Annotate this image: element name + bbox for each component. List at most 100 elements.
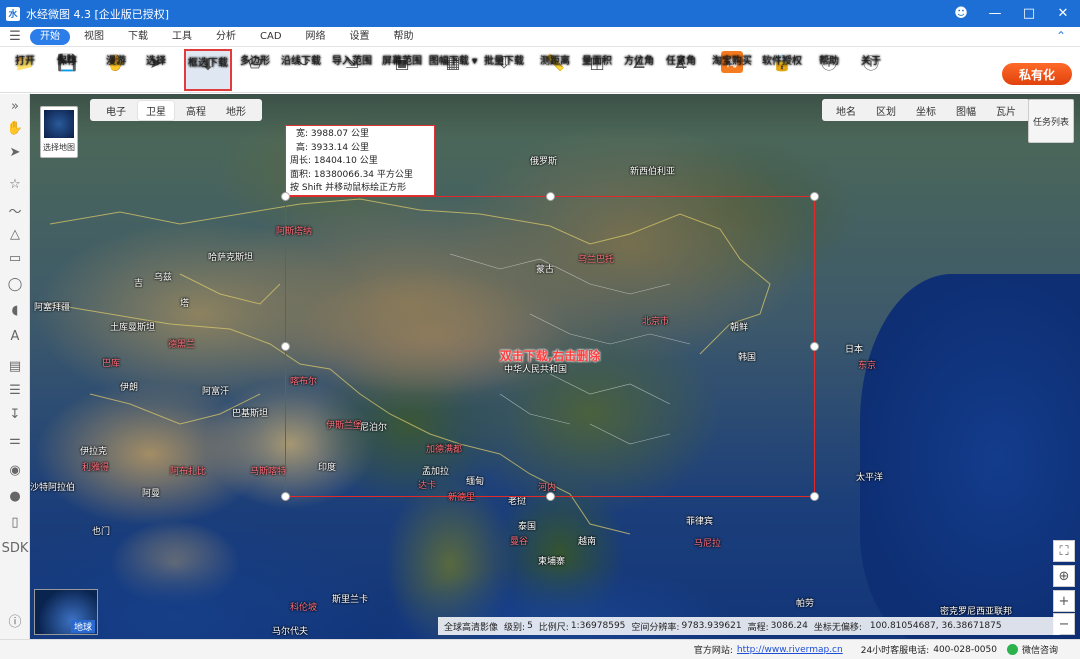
- open-button[interactable]: 📁 打开: [8, 49, 42, 91]
- circle-icon[interactable]: ◯: [5, 274, 25, 294]
- label-uzbekistan: 乌兹: [154, 273, 173, 283]
- map-view[interactable]: 选择地图 电子 卫星 高程 地形 地名 区划 坐标 图幅 瓦片 任务列表 俄罗斯…: [30, 94, 1080, 639]
- menu-help[interactable]: 帮助: [384, 29, 424, 45]
- toggle-sheets[interactable]: 图幅: [946, 103, 986, 118]
- resize-handle-se[interactable]: [810, 492, 819, 501]
- menu-settings[interactable]: 设置: [340, 29, 380, 45]
- polygon-icon[interactable]: △: [5, 224, 25, 244]
- measure-distance-button[interactable]: 📏 测距离: [538, 49, 572, 91]
- user-icon[interactable]: ☻: [944, 0, 978, 27]
- export-icon[interactable]: ↧: [5, 404, 25, 424]
- label-japan: 日本: [845, 345, 864, 355]
- selection-shift-hint: 按 Shift 并移动鼠标绘正方形: [290, 183, 407, 193]
- stack-icon[interactable]: ⚌: [5, 430, 25, 450]
- map-source-selector[interactable]: 选择地图: [40, 106, 78, 158]
- minimize-button[interactable]: —: [978, 0, 1012, 27]
- tab-elevation[interactable]: 高程: [178, 101, 214, 120]
- tab-vector[interactable]: 电子: [98, 101, 134, 120]
- menu-download[interactable]: 下载: [118, 29, 158, 45]
- collapse-ribbon-icon[interactable]: ⌃: [1056, 29, 1066, 43]
- roam-button[interactable]: ✋ 漫游: [100, 49, 132, 91]
- elevation-value: 3086.24: [770, 621, 808, 631]
- label-oman: 阿曼: [142, 489, 161, 499]
- menu-network[interactable]: 网络: [296, 29, 336, 45]
- label-bangkok: 曼谷: [510, 537, 529, 547]
- sheet-download-button[interactable]: ▦ 图幅下载 ▾: [429, 49, 477, 91]
- app-logo-icon: 水: [6, 6, 20, 21]
- import-range-button[interactable]: ⇲ 导入范围: [332, 49, 372, 91]
- resolution-label: 空间分辨率:: [631, 622, 680, 633]
- label-saudi: 沙特阿拉伯: [30, 483, 76, 493]
- select-button[interactable]: ➤ 选择: [140, 49, 172, 91]
- phone-icon[interactable]: ▯: [5, 512, 25, 532]
- star-marker-icon[interactable]: ☆: [5, 174, 25, 194]
- window-title: 水经微图 4.3 [企业版已授权]: [26, 7, 170, 21]
- label-sri-lanka: 斯里兰卡: [332, 595, 369, 605]
- arbitrary-angle-button[interactable]: ∡ 任意角: [664, 49, 698, 91]
- toggle-place-names[interactable]: 地名: [826, 103, 866, 118]
- polygon-button[interactable]: ⬠ 多边形: [238, 49, 272, 91]
- label-pacific: 太平洋: [856, 473, 884, 483]
- website-link[interactable]: http://www.rivermap.cn: [737, 645, 843, 655]
- rectangle-icon[interactable]: ▭: [5, 248, 25, 268]
- cursor-icon[interactable]: ➤: [5, 142, 25, 162]
- layers-icon[interactable]: ☰: [5, 380, 25, 400]
- app-circle-icon[interactable]: ●: [5, 486, 25, 506]
- toggle-districts[interactable]: 区划: [866, 103, 906, 118]
- resize-handle-ne[interactable]: [810, 192, 819, 201]
- selection-width: 宽: 3988.07 公里: [296, 129, 369, 139]
- help-circle-icon[interactable]: ⓘ: [5, 610, 25, 630]
- globe-app-icon[interactable]: ◉: [5, 460, 25, 480]
- tab-terrain[interactable]: 地形: [218, 101, 254, 120]
- selection-info-tooltip: 宽: 3988.07 公里 高: 3933.14 公里 周长: 18404.10…: [285, 125, 435, 196]
- resize-handle-s[interactable]: [546, 492, 555, 501]
- maximize-button[interactable]: □: [1012, 0, 1046, 27]
- menu-view[interactable]: 视图: [74, 29, 114, 45]
- menu-analysis[interactable]: 分析: [206, 29, 246, 45]
- sector-icon[interactable]: ◖: [5, 300, 25, 320]
- resize-handle-nw[interactable]: [281, 192, 290, 201]
- task-list-button[interactable]: 任务列表: [1028, 99, 1074, 143]
- globe-overview[interactable]: 地球: [34, 589, 98, 635]
- batch-download-button[interactable]: ⇩ 批量下载: [484, 49, 524, 91]
- resize-handle-n[interactable]: [546, 192, 555, 201]
- coord-label: 坐标无偏移:: [813, 622, 862, 633]
- toggle-tiles[interactable]: 瓦片: [986, 103, 1026, 118]
- hamburger-menu-icon[interactable]: ☰: [0, 29, 30, 44]
- sdk-icon[interactable]: SDK: [2, 538, 29, 558]
- toggle-coordinates[interactable]: 坐标: [906, 103, 946, 118]
- selection-rectangle[interactable]: 双击下载,右击删除: [281, 192, 819, 501]
- text-icon[interactable]: A: [5, 326, 25, 346]
- screen-range-button[interactable]: ▣ 屏幕范围: [382, 49, 422, 91]
- box-download-button[interactable]: ⬇ 框选下载: [184, 49, 232, 91]
- taobao-buy-button[interactable]: 淘 淘宝购买: [712, 49, 752, 91]
- save-button[interactable]: 💾 保存: [52, 49, 82, 91]
- download-box-icon[interactable]: ▤: [5, 356, 25, 376]
- locate-icon[interactable]: ⊕: [1053, 565, 1075, 587]
- label-philippines: 菲律宾: [686, 517, 714, 527]
- overlay-toggles: 地名 区划 坐标 图幅 瓦片: [822, 99, 1030, 121]
- menu-tools[interactable]: 工具: [162, 29, 202, 45]
- tab-satellite[interactable]: 卫星: [138, 100, 174, 120]
- close-button[interactable]: ✕: [1046, 0, 1080, 27]
- along-line-download-button[interactable]: 〜 沿线下载: [281, 49, 321, 91]
- selection-perimeter: 周长: 18404.10 公里: [290, 156, 378, 166]
- menu-cad[interactable]: CAD: [250, 29, 292, 45]
- measure-area-button[interactable]: ◫ 量面积: [580, 49, 614, 91]
- fullscreen-icon[interactable]: ⛶: [1053, 540, 1075, 562]
- coord-value: 100.81054687, 36.38671875: [869, 621, 1002, 631]
- help-button[interactable]: ⓘ 帮助: [814, 49, 844, 91]
- hand-icon[interactable]: ✋: [5, 118, 25, 138]
- expand-icon[interactable]: »: [5, 96, 25, 116]
- license-button[interactable]: 🔒 软件授权: [762, 49, 802, 91]
- private-deploy-button[interactable]: 私有化: [1002, 63, 1072, 85]
- hotline-label: 24小时客服电话:: [860, 646, 930, 656]
- about-button[interactable]: ⓘ 关于: [856, 49, 886, 91]
- window-controls: ☻ — □ ✕: [944, 0, 1080, 27]
- wechat-consult[interactable]: 微信咨询: [1022, 643, 1058, 656]
- zoom-in-button[interactable]: +: [1053, 590, 1075, 612]
- polyline-icon[interactable]: 〜: [5, 200, 25, 220]
- azimuth-button[interactable]: ∠ 方位角: [622, 49, 656, 91]
- menu-start[interactable]: 开始: [30, 28, 70, 45]
- resize-handle-sw[interactable]: [281, 492, 290, 501]
